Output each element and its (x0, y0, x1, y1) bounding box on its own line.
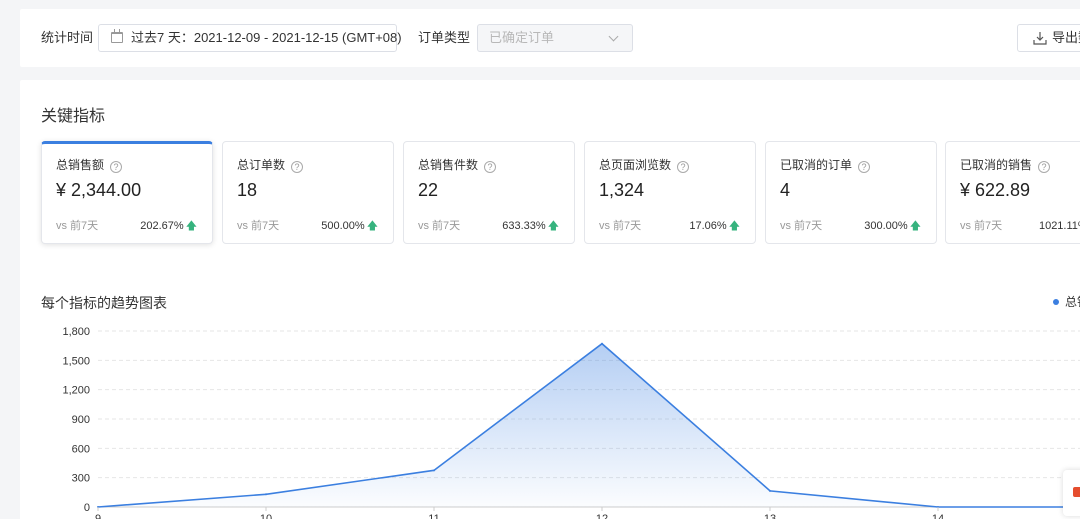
y-tick-label: 0 (84, 502, 90, 514)
order-type-select[interactable]: 已确定订单 (477, 24, 633, 52)
arrow-up-icon: 🡅 (366, 220, 378, 232)
x-tick-label: 14 (932, 513, 944, 519)
kpi-card[interactable]: 总页面浏览数? 1,324 vs 前7天 17.06% 🡅 (584, 141, 756, 244)
kpi-card[interactable]: 总销售额? ¥ 2,344.00 vs 前7天 202.67% 🡅 (41, 141, 213, 244)
kpi-value: 22 (418, 180, 439, 200)
kpi-change: 1021.11%🡅 (1039, 217, 1080, 236)
kpi-label: 总订单数? (237, 156, 304, 173)
kpi-change: 633.33% 🡅 (502, 217, 559, 236)
kpi-label: 总销售件数? (418, 156, 497, 173)
filter-bar: 统计时间 过去7 天：2021-12-09 - 2021-12-15 (GMT+… (20, 9, 1080, 67)
kpi-change: 202.67% 🡅 (140, 217, 197, 236)
date-range-picker[interactable]: 过去7 天：2021-12-09 - 2021-12-15 (GMT+08) (98, 24, 402, 52)
data-point (769, 489, 771, 492)
help-icon[interactable]: ? (291, 161, 304, 173)
kpi-value: ¥ 622.89 (960, 180, 1031, 200)
export-label: 导出数据 (1052, 30, 1080, 45)
y-tick-label: 1,200 (62, 385, 90, 397)
kpi-change: 17.06% 🡅 (689, 217, 740, 236)
chart-legend[interactable]: 总销售额 (1053, 293, 1080, 310)
kpi-label: 总销售额? (56, 156, 123, 173)
kpi-change-value: 300.00% (864, 220, 908, 232)
x-tick-label: 12 (596, 513, 608, 519)
help-icon[interactable]: ? (677, 161, 690, 173)
kpi-card[interactable]: 已取消的订单? 4 vs 前7天 300.00% 🡅 (765, 141, 937, 244)
x-tick-label: 13 (764, 513, 776, 519)
kpi-value: ¥ 2,344.00 (56, 180, 142, 200)
kpi-compare-label: vs 前7天 (418, 220, 461, 232)
arrow-up-icon: 🡅 (547, 220, 559, 232)
kpi-compare-label: vs 前7天 (960, 220, 1003, 232)
x-tick-label: 10 (260, 513, 272, 519)
kpi-compare-label: vs 前7天 (780, 220, 823, 232)
kpi-card[interactable]: 总销售件数? 22 vs 前7天 633.33% 🡅 (403, 141, 575, 244)
download-icon (1033, 32, 1047, 45)
kpi-card[interactable]: 已取消的销售? ¥ 622.89 vs 前7天 1021.11%🡅 (945, 141, 1080, 244)
date-range-text: 过去7 天：2021-12-09 - 2021-12-15 (GMT+08) (131, 30, 402, 45)
x-tick-label: 11 (428, 513, 439, 519)
x-tick-label: 9 (95, 513, 101, 519)
help-icon[interactable]: ? (1038, 161, 1051, 173)
data-point (601, 342, 603, 345)
kpi-change-value: 1021.11% (1038, 220, 1080, 232)
legend-label: 总销售额 (1065, 295, 1080, 309)
chevron-down-icon (608, 31, 619, 42)
order-type-value: 已确定订单 (489, 30, 555, 45)
kpi-label: 已取消的销售? (960, 156, 1051, 173)
series-area (98, 343, 1080, 507)
kpi-change-value: 17.06% (689, 220, 727, 232)
y-tick-label: 1,800 (62, 326, 90, 338)
y-tick-label: 900 (72, 414, 90, 426)
kpi-label: 已取消的订单? (780, 156, 871, 173)
order-type-label: 订单类型 (418, 30, 471, 45)
y-tick-label: 600 (72, 443, 90, 455)
help-icon[interactable]: ? (484, 161, 497, 173)
kpi-compare-label: vs 前7天 (599, 220, 642, 232)
kpi-value: 18 (237, 180, 258, 200)
data-point (265, 493, 267, 496)
kpi-change: 500.00% 🡅 (321, 217, 378, 236)
kpi-change-value: 633.33% (502, 220, 546, 232)
help-icon[interactable]: ? (858, 161, 871, 173)
time-label: 统计时间 (41, 30, 94, 45)
arrow-up-icon: 🡅 (728, 220, 740, 232)
kpi-label: 总页面浏览数? (599, 156, 690, 173)
trend-chart: 0 300 600 900 1,200 1,500 1,800 9 10 11 12 13 14 (62, 326, 1080, 519)
kpi-compare-label: vs 前7天 (237, 220, 280, 232)
kpi-value: 4 (780, 180, 791, 200)
kpi-change-value: 202.67% (140, 220, 184, 232)
export-button[interactable]: 导出数据 (1017, 24, 1080, 52)
y-tick-label: 300 (72, 473, 90, 485)
feedback-icon (1073, 487, 1080, 497)
feedback-tab[interactable] (1063, 470, 1080, 516)
y-tick-label: 1,500 (62, 355, 90, 367)
trend-title: 每个指标的趋势图表 (41, 295, 167, 311)
kpi-value: 1,324 (599, 180, 645, 200)
kpi-compare-label: vs 前7天 (56, 220, 99, 232)
metrics-title: 关键指标 (41, 108, 106, 125)
kpi-card[interactable]: 总订单数? 18 vs 前7天 500.00% 🡅 (222, 141, 394, 244)
legend-dot-icon (1053, 299, 1059, 305)
kpi-change-value: 500.00% (321, 220, 365, 232)
kpi-change: 300.00% 🡅 (864, 217, 921, 236)
data-point (433, 469, 435, 472)
metrics-card: 关键指标 总销售额? ¥ 2,344.00 vs 前7天 202.67% 🡅 总订单数? 1… (20, 80, 1080, 519)
help-icon[interactable]: ? (110, 161, 123, 173)
arrow-up-icon: 🡅 (909, 220, 921, 232)
calendar-icon (111, 29, 123, 43)
arrow-up-icon: 🡅 (185, 220, 197, 232)
